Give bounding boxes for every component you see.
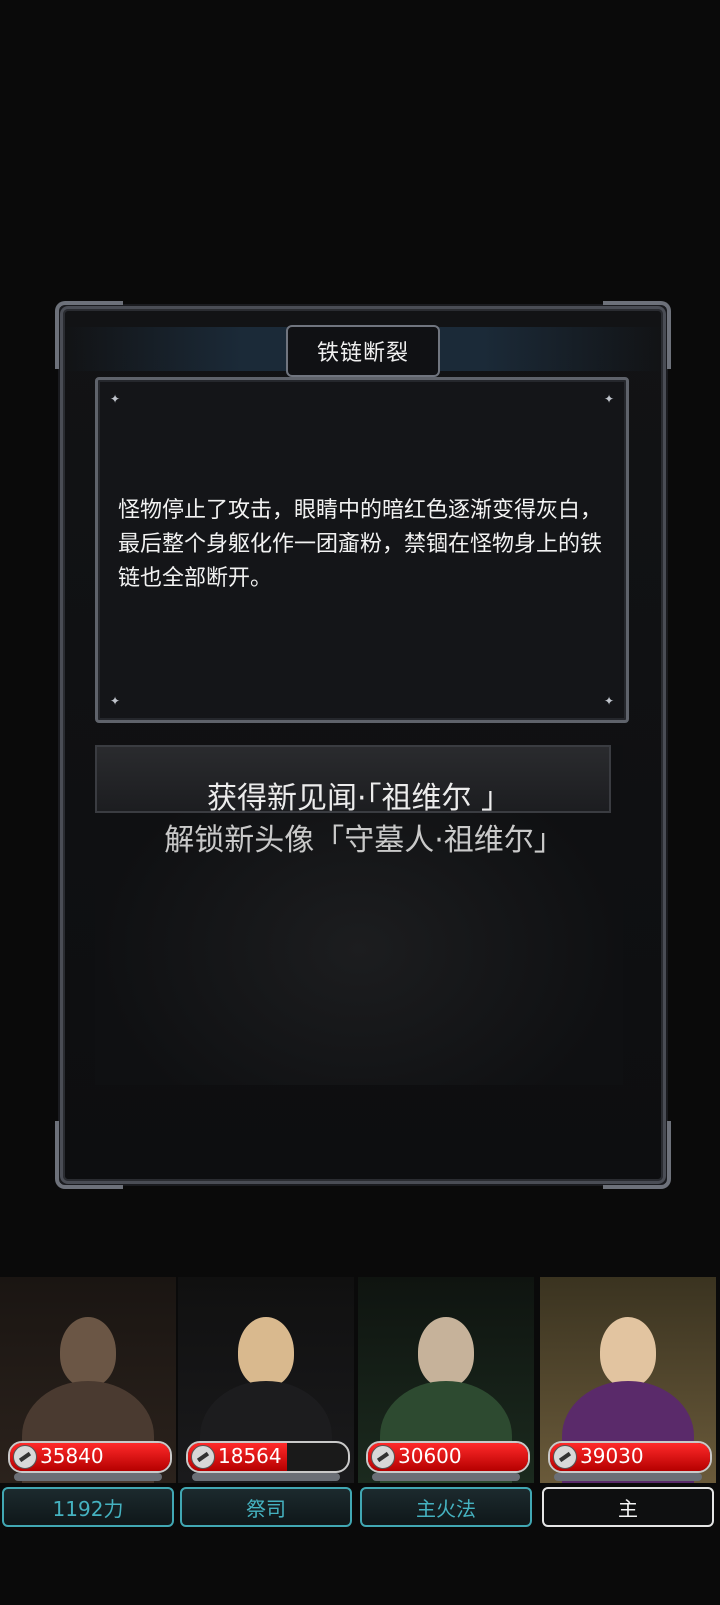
reward-new-lore: 获得新见闻·「祖维尔 」 — [206, 781, 512, 816]
hero-label-button[interactable]: 主 — [542, 1487, 714, 1527]
hero-card[interactable]: 30600 主火法 — [358, 1277, 534, 1537]
event-description: 怪物停止了攻击，眼睛中的暗红色逐渐变得灰白，最后整个身躯化作一团齑粉，禁锢在怪物… — [118, 498, 603, 591]
hero-card[interactable]: 35840 1192力 — [0, 1277, 176, 1537]
hero-label-button[interactable]: 主火法 — [360, 1487, 532, 1527]
mp-bar — [14, 1473, 162, 1481]
sparkle-icon: ✦ — [110, 392, 121, 406]
event-dialog: 铁链断裂 ✦ ✦ ✦ ✦ 怪物停止了攻击，眼睛中的暗红色逐渐变得灰白，最后整个身… — [55, 301, 671, 1189]
sword-icon — [371, 1445, 395, 1469]
hp-bar: 18564 — [186, 1441, 350, 1473]
mp-bar — [372, 1473, 520, 1481]
hp-value: 30600 — [398, 1444, 462, 1468]
frame-corner — [55, 1121, 123, 1189]
party-bar: 35840 1192力 18564 祭司 30600 主火法 39030 主 — [0, 1277, 720, 1537]
hp-value: 35840 — [40, 1444, 104, 1468]
hp-bar: 39030 — [548, 1441, 712, 1473]
title-plate: 铁链断裂 — [286, 325, 440, 377]
sword-icon — [191, 1445, 215, 1469]
mp-bar — [554, 1473, 702, 1481]
description-panel: ✦ ✦ ✦ ✦ 怪物停止了攻击，眼睛中的暗红色逐渐变得灰白，最后整个身躯化作一团… — [95, 377, 629, 723]
hero-card[interactable]: 18564 祭司 — [178, 1277, 354, 1537]
event-title: 铁链断裂 — [316, 341, 409, 366]
sparkle-icon: ✦ — [604, 694, 615, 708]
sword-icon — [13, 1445, 37, 1469]
sparkle-icon: ✦ — [604, 392, 615, 406]
hp-value: 18564 — [218, 1444, 282, 1468]
hp-bar: 30600 — [366, 1441, 530, 1473]
mp-bar — [192, 1473, 340, 1481]
hp-bar: 35840 — [8, 1441, 172, 1473]
sword-icon — [553, 1445, 577, 1469]
hero-label-button[interactable]: 祭司 — [180, 1487, 352, 1527]
hero-label-button[interactable]: 1192力 — [2, 1487, 174, 1527]
hp-value: 39030 — [580, 1444, 644, 1468]
sparkle-icon: ✦ — [110, 694, 121, 708]
reward-area[interactable]: 获得新见闻·「祖维尔 」 解锁新头像「守墓人·祖维尔」 — [95, 745, 623, 1085]
reward-new-avatar: 解锁新头像「守墓人·祖维尔」 — [164, 823, 564, 858]
hero-card[interactable]: 39030 主 — [540, 1277, 716, 1537]
